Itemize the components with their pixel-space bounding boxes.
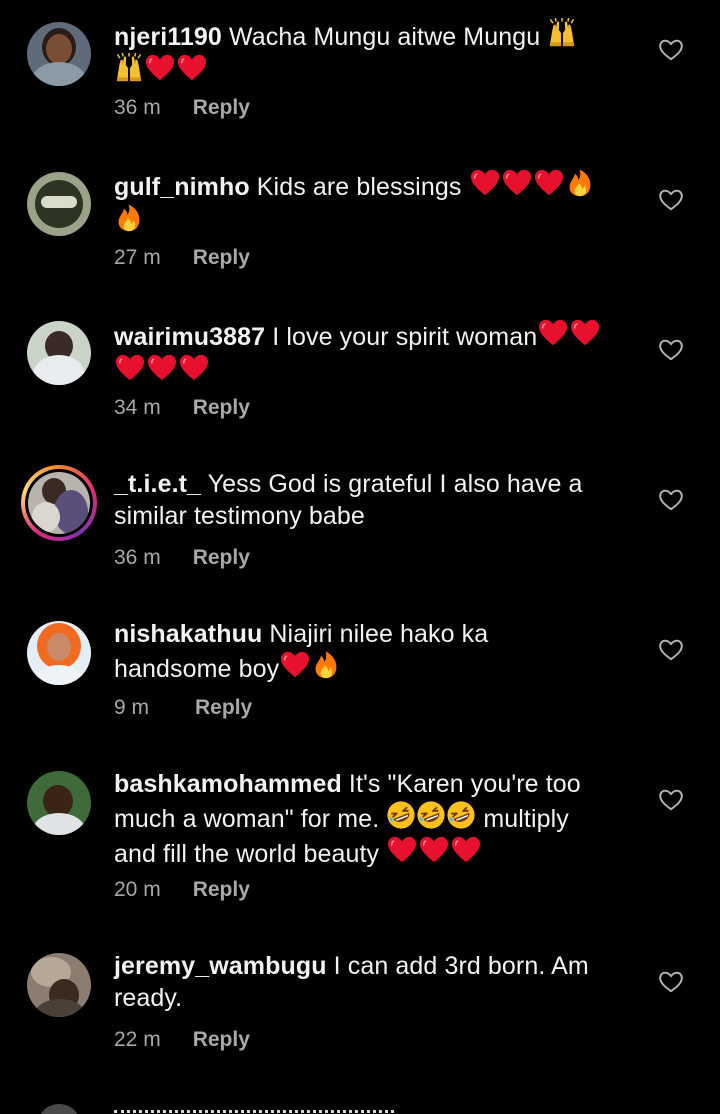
reply-button[interactable]: Reply	[193, 245, 250, 271]
avatar[interactable]	[27, 22, 91, 86]
next-comment-partial[interactable]	[0, 1102, 720, 1114]
timestamp: 36 m	[114, 546, 161, 569]
red-heart-emoji	[386, 835, 418, 865]
red-heart-emoji	[537, 318, 569, 348]
avatar[interactable]	[27, 953, 91, 1017]
heart-outline-icon[interactable]	[658, 969, 684, 995]
comment-body: I can add 3rd born. Am	[326, 952, 589, 980]
comment-text: jeremy_wambugu I can add 3rd born. Am re…	[114, 950, 634, 1014]
timestamp: 20 m	[114, 878, 161, 901]
comment-body-line2: similar testimony babe	[114, 502, 365, 530]
username[interactable]: wairimu3887	[114, 323, 265, 351]
red-heart-emoji	[178, 353, 210, 383]
username[interactable]: njeri1190	[114, 23, 222, 51]
comment-body-line2: much a woman" for me.	[114, 805, 387, 833]
red-heart-emoji	[176, 53, 208, 83]
comment-body: Niajiri nilee hako ka	[262, 620, 489, 648]
raised-hands-emoji	[547, 18, 577, 48]
comment-meta: 20 m Reply	[114, 877, 250, 903]
fire-emoji	[114, 203, 144, 233]
comment-meta: 22 m Reply	[114, 1027, 250, 1053]
comment-body: Wacha Mungu aitwe Mungu	[221, 23, 548, 51]
red-heart-emoji	[533, 168, 565, 198]
reply-button[interactable]: Reply	[193, 877, 250, 903]
comment-body: It's "Karen you're too	[341, 770, 581, 798]
comment-body-line3: and fill the world beauty	[114, 840, 387, 868]
comment-body-line2: handsome boy	[114, 655, 280, 683]
timestamp: 22 m	[114, 1028, 161, 1051]
rofl-emoji	[386, 800, 416, 830]
comment-body: Kids are blessings	[249, 173, 469, 201]
comment-body-line2-after: multiply	[476, 805, 569, 833]
avatar-story-ring[interactable]	[21, 465, 97, 541]
rofl-emoji	[416, 800, 446, 830]
username[interactable]: bashkamohammed	[114, 770, 342, 798]
username[interactable]: _t.i.e.t_	[114, 470, 201, 498]
reply-button[interactable]: Reply	[195, 695, 252, 721]
comment-text: nishakathuu Niajiri nilee hako ka handso…	[114, 618, 634, 685]
avatar[interactable]	[27, 621, 91, 685]
rofl-emoji	[446, 800, 476, 830]
fire-emoji	[565, 168, 595, 198]
raised-hands-emoji	[114, 53, 144, 83]
heart-outline-icon[interactable]	[658, 637, 684, 663]
comment-body: Yess God is grateful I also have a	[201, 470, 583, 498]
red-heart-emoji	[146, 353, 178, 383]
red-heart-emoji	[469, 168, 501, 198]
comment-meta: 27 m Reply	[114, 245, 250, 271]
timestamp: 34 m	[114, 396, 161, 419]
comment-text: bashkamohammed It's "Karen you're too mu…	[114, 768, 634, 870]
comment-text: gulf_nimho Kids are blessings	[114, 168, 634, 238]
heart-outline-icon[interactable]	[658, 787, 684, 813]
red-heart-emoji	[114, 353, 146, 383]
reply-button[interactable]: Reply	[193, 395, 250, 421]
heart-outline-icon[interactable]	[658, 187, 684, 213]
avatar[interactable]	[27, 172, 91, 236]
comment-text: njeri1190 Wacha Mungu aitwe Mungu	[114, 18, 634, 88]
red-heart-emoji	[144, 53, 176, 83]
heart-outline-icon[interactable]	[658, 337, 684, 363]
heart-outline-icon[interactable]	[658, 37, 684, 63]
red-heart-emoji	[279, 650, 311, 680]
timestamp: 9 m	[114, 696, 150, 719]
comment-meta: 9 m Reply	[114, 695, 252, 721]
username[interactable]: gulf_nimho	[114, 173, 250, 201]
comment-body: I love your spirit woman	[265, 323, 538, 351]
comment-body-line2: ready.	[114, 984, 183, 1012]
red-heart-emoji	[501, 168, 533, 198]
reply-button[interactable]: Reply	[193, 1027, 250, 1053]
red-heart-emoji	[569, 318, 601, 348]
comment-meta: 36 m Reply	[114, 95, 250, 121]
comment-text: wairimu3887 I love your spirit woman	[114, 318, 634, 388]
red-heart-emoji	[450, 835, 482, 865]
avatar[interactable]	[27, 771, 91, 835]
fire-emoji	[311, 650, 341, 680]
reply-button[interactable]: Reply	[193, 95, 250, 121]
red-heart-emoji	[418, 835, 450, 865]
reply-button[interactable]: Reply	[193, 545, 250, 571]
text-partial	[114, 1110, 394, 1114]
avatar	[37, 1104, 81, 1114]
avatar[interactable]	[27, 321, 91, 385]
comment-meta: 34 m Reply	[114, 395, 250, 421]
username[interactable]: nishakathuu	[114, 620, 262, 648]
comment-meta: 36 m Reply	[114, 545, 250, 571]
heart-outline-icon[interactable]	[658, 487, 684, 513]
timestamp: 27 m	[114, 246, 161, 269]
timestamp: 36 m	[114, 96, 161, 119]
username[interactable]: jeremy_wambugu	[114, 952, 327, 980]
comment-text: _t.i.e.t_ Yess God is grateful I also ha…	[114, 468, 634, 532]
